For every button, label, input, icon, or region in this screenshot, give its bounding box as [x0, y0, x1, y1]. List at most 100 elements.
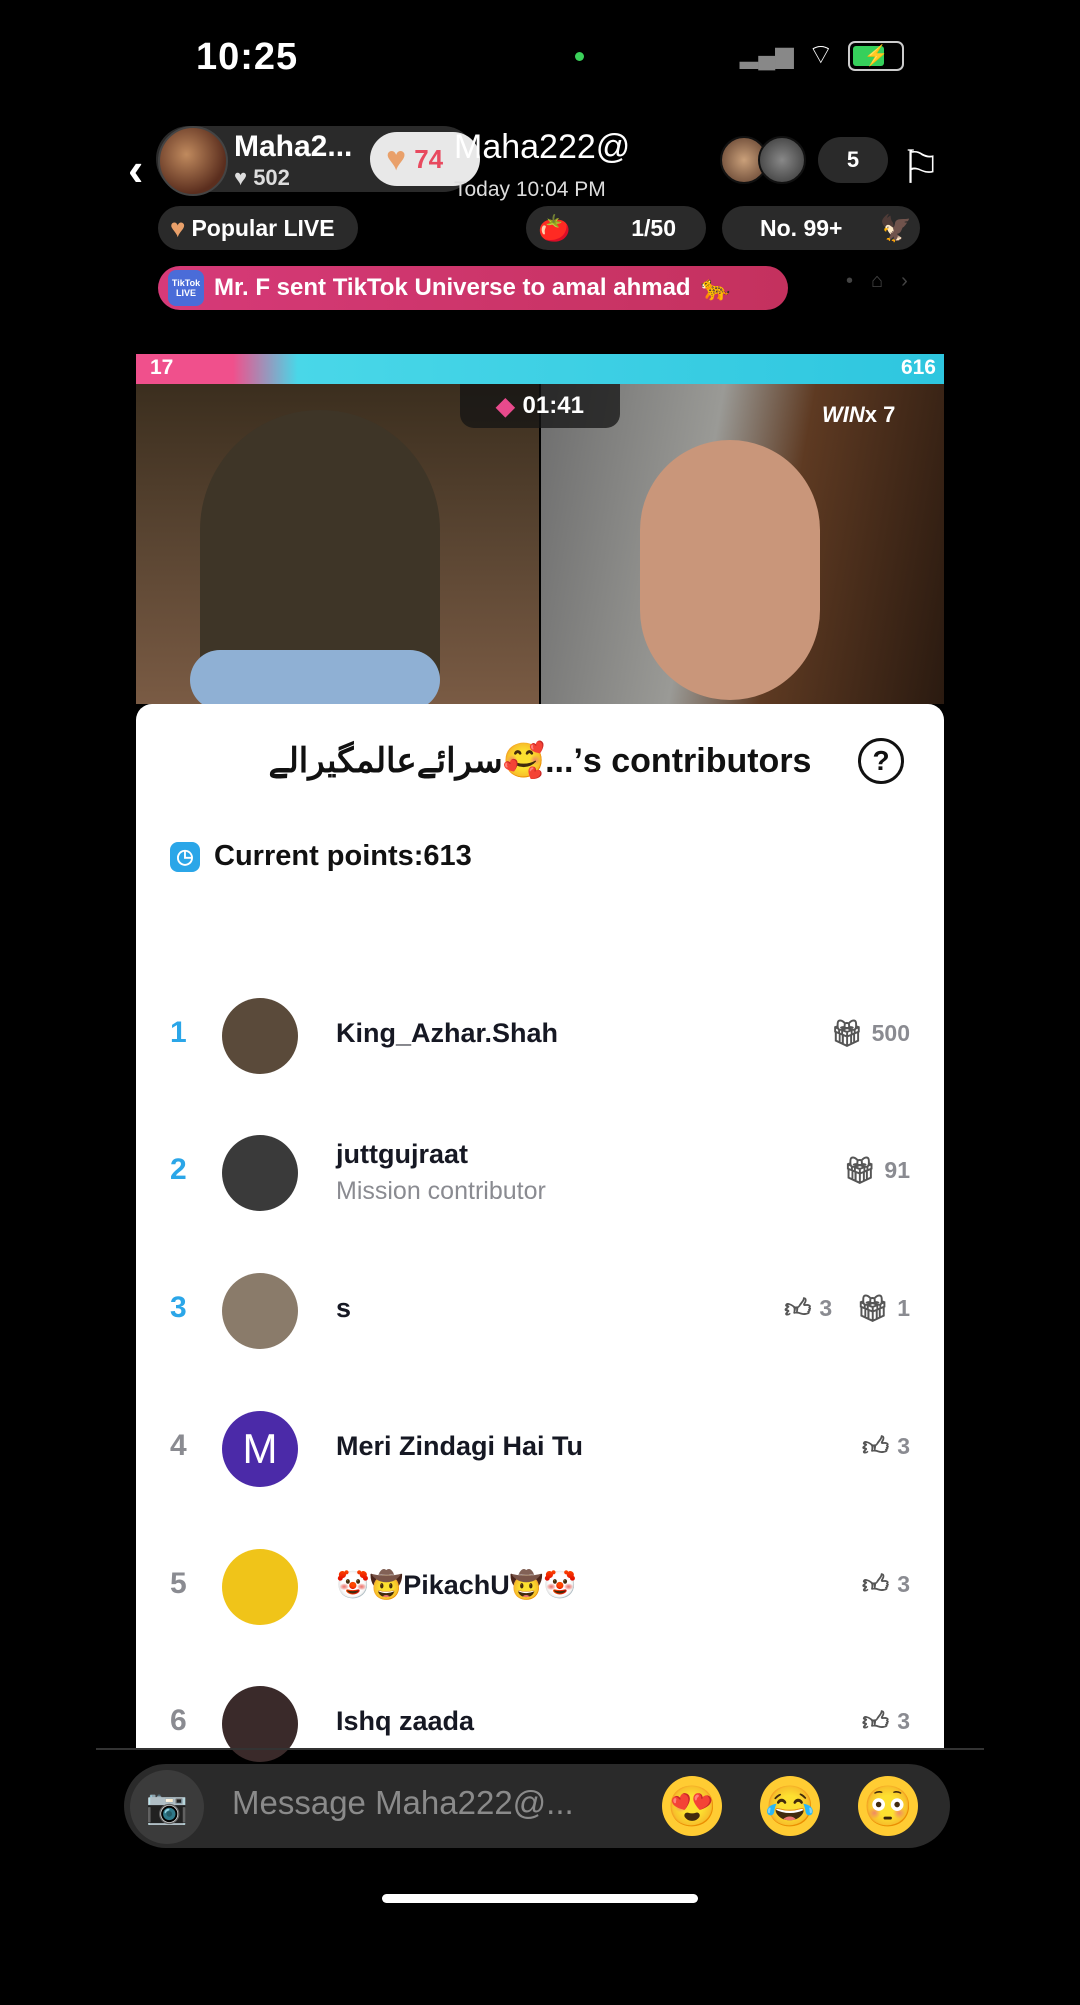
right-score: 616: [900, 356, 936, 379]
like-stat: 👍︎ 3: [784, 1293, 832, 1324]
host-likes: ♥ 502: [234, 165, 290, 191]
camera-indicator-dot: [575, 52, 584, 61]
contributor-row[interactable]: 5 🤡🤠PikachU🤠🤡 👍︎ 3: [136, 1515, 944, 1653]
lion-icon: 🐆: [700, 274, 731, 302]
contributor-avatar[interactable]: M: [222, 1411, 298, 1487]
thumbs-up-icon: 👍︎: [862, 1706, 890, 1736]
contributor-stats: 🎁︎ 500: [831, 1018, 910, 1049]
sheet-title: سرائےعالمگیرالے🥰...’s contributors: [268, 742, 812, 780]
gift-stat: 🎁︎ 91: [843, 1155, 910, 1186]
contributor-stats: 👍︎ 3 🎁︎ 1: [784, 1293, 910, 1324]
contributors-sheet: سرائےعالمگیرالے🥰...’s contributors ? ◷ C…: [136, 704, 944, 1982]
rank-label: 1/50: [631, 214, 676, 241]
popular-live-chip[interactable]: ♥ Popular LIVE: [158, 206, 358, 250]
contributor-stats: 👍︎ 3: [862, 1569, 910, 1600]
contributor-name: juttgujraat: [336, 1139, 468, 1169]
contributor-avatar[interactable]: [222, 1549, 298, 1625]
rank-chip[interactable]: 🍅 1/50: [526, 206, 706, 250]
gift-banner-text: Mr. F sent TikTok Universe to amal ahmad: [214, 274, 691, 301]
orange-heart-icon: ♥: [170, 212, 186, 243]
gift-count: 500: [871, 1020, 910, 1046]
contributor-rank: 5: [170, 1567, 187, 1600]
heart-count: 74: [414, 143, 444, 174]
thumbs-up-icon: 👍︎: [784, 1293, 812, 1323]
contributor-name: King_Azhar.Shah: [336, 1018, 559, 1048]
tiktok-live-icon: TikTok LIVE: [168, 270, 204, 306]
like-stat: 👍︎ 3: [862, 1569, 910, 1600]
contributor-avatar[interactable]: [222, 1135, 298, 1211]
like-count: 3: [897, 1708, 910, 1734]
like-count: 3: [819, 1295, 833, 1321]
camera-icon[interactable]: 📷: [130, 1770, 204, 1844]
joy-emoji-button[interactable]: 😂: [760, 1776, 820, 1836]
like-count: 3: [897, 1571, 910, 1597]
tiktok-live-icon-text: TikTok LIVE: [171, 278, 201, 298]
contributor-rank: 6: [170, 1704, 187, 1737]
like-stat: 👍︎ 3: [862, 1431, 910, 1462]
orange-heart-icon: ♥: [386, 139, 407, 178]
home-indicator[interactable]: [382, 1894, 698, 1903]
contributor-row[interactable]: 3 s 👍︎ 3 🎁︎ 1: [136, 1239, 944, 1377]
battery-icon: ⚡: [848, 40, 904, 71]
wifi-icon: ⌔: [807, 39, 834, 70]
host-name: Maha2...: [234, 130, 353, 163]
contributor-row[interactable]: 1 King_Azhar.Shah 🎁︎ 500: [136, 964, 944, 1102]
banner-controls[interactable]: •⌂›: [846, 270, 926, 293]
contributor-rank: 3: [170, 1291, 187, 1324]
eagle-icon: 🦅: [879, 212, 912, 243]
contributor-avatar[interactable]: [222, 1273, 298, 1349]
heart-eyes-emoji-button[interactable]: 😍: [662, 1776, 722, 1836]
viewer-avatar: [758, 136, 806, 184]
win-streak: WINx 7: [822, 402, 895, 428]
contributor-row[interactable]: 2 juttgujraat Mission contributor 🎁︎ 91: [136, 1101, 944, 1239]
gift-icon: 🎁︎: [830, 1018, 864, 1048]
contributor-avatar[interactable]: [222, 998, 298, 1074]
like-stat: 👍︎ 3: [862, 1706, 910, 1737]
gift-count: 91: [884, 1157, 910, 1183]
win-count: x 7: [864, 402, 896, 427]
avatar-letter: M: [242, 1425, 278, 1472]
report-flag-icon[interactable]: ⚐: [900, 140, 941, 194]
battle-score-bar: [136, 354, 944, 384]
current-points-label: Current points:613: [214, 840, 472, 872]
gift-icon: 🎁︎: [843, 1155, 877, 1185]
viewer-list[interactable]: 5: [720, 134, 888, 186]
thumbs-up-icon: 👍︎: [862, 1569, 890, 1599]
message-input[interactable]: Message Maha222@...: [232, 1784, 574, 1822]
rank-number-chip[interactable]: No. 99+ 🦅: [722, 206, 920, 250]
left-streamer-mask: [190, 650, 440, 710]
rank-number-label: No. 99+: [760, 214, 843, 241]
status-time: 10:25: [196, 36, 299, 78]
clock-icon: ◷: [170, 841, 200, 872]
contributor-avatar[interactable]: [222, 1686, 298, 1762]
win-label: WIN: [822, 402, 865, 427]
gift-icon: 🎁︎: [856, 1293, 890, 1323]
battle-timer-text: 01:41: [522, 392, 584, 419]
divider: [96, 1748, 984, 1750]
back-icon[interactable]: ‹: [128, 142, 143, 196]
gift-stat: 🎁︎ 1: [856, 1293, 910, 1324]
gift-banner[interactable]: TikTok LIVE Mr. F sent TikTok Universe t…: [158, 266, 788, 310]
flushed-emoji-button[interactable]: 😳: [858, 1776, 918, 1836]
contributor-stats: 👍︎ 3: [862, 1706, 910, 1737]
cellular-signal-icon: ▂▄▆: [739, 42, 794, 69]
right-streamer: [640, 440, 820, 700]
thumbs-up-icon: 👍︎: [862, 1431, 890, 1461]
heart-icon: ♥: [234, 165, 248, 190]
contributor-name: s: [336, 1293, 352, 1323]
contributor-rank: 2: [170, 1153, 187, 1186]
contributor-rank: 1: [170, 1016, 187, 1049]
help-icon[interactable]: ?: [858, 738, 904, 784]
contributor-stats: 🎁︎ 91: [843, 1155, 910, 1186]
host-avatar[interactable]: [158, 126, 228, 196]
gift-count: 1: [897, 1295, 910, 1321]
room-time: Today 10:04 PM: [454, 178, 606, 201]
battle-timer: ◆ 01:41: [460, 384, 620, 428]
contributor-rank: 4: [170, 1429, 187, 1462]
viewer-count[interactable]: 5: [818, 137, 888, 183]
contributor-row[interactable]: 4 M Meri Zindagi Hai Tu 👍︎ 3: [136, 1377, 944, 1515]
contributor-stats: 👍︎ 3: [862, 1431, 910, 1462]
contributor-name: Ishq zaada: [336, 1706, 475, 1736]
tomato-icon: 🍅: [538, 212, 571, 243]
gift-stat: 🎁︎ 500: [831, 1018, 910, 1049]
